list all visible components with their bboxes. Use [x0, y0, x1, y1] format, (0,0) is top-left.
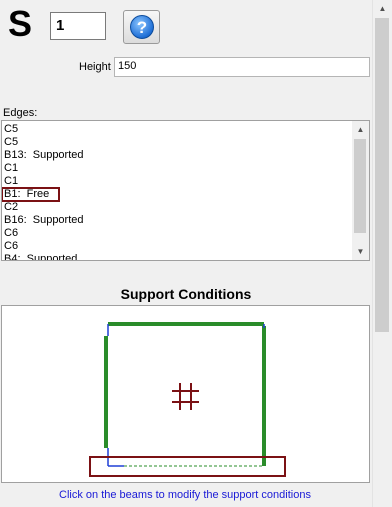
list-item[interactable]: B4: Supported — [2, 253, 352, 260]
height-label: Height — [79, 61, 111, 73]
slab-symbol: S — [8, 3, 33, 44]
support-hint-text: Click on the beams to modify the support… — [59, 489, 311, 501]
list-item[interactable]: C5 — [2, 136, 352, 149]
help-button[interactable]: ? — [123, 10, 160, 44]
help-icon: ? — [130, 15, 154, 39]
list-item[interactable]: B1: Free — [2, 187, 60, 202]
list-item[interactable]: B16: Supported — [2, 214, 352, 227]
list-item[interactable]: C1 — [2, 162, 352, 175]
slab-properties-panel: S 1 ? Height 150 Edges: C5 C5 B13: Support… — [0, 0, 372, 507]
list-item[interactable]: C2 — [2, 201, 352, 214]
edges-label: Edges: — [3, 107, 38, 119]
support-conditions-diagram — [1, 305, 370, 483]
scroll-thumb[interactable] — [354, 139, 366, 233]
edges-scrollbar[interactable]: ▲ ▼ — [352, 121, 369, 260]
scroll-up-arrow-icon[interactable]: ▲ — [373, 0, 392, 17]
height-input[interactable]: 150 — [114, 57, 370, 77]
scroll-up-arrow-icon[interactable]: ▲ — [352, 121, 369, 138]
slab-number-input[interactable]: 1 — [50, 12, 106, 40]
list-item[interactable]: C6 — [2, 240, 352, 253]
list-item[interactable]: C5 — [2, 123, 352, 136]
scroll-down-arrow-icon[interactable]: ▼ — [352, 243, 369, 260]
slab-diagram-svg — [89, 322, 286, 477]
support-conditions-title: Support Conditions — [120, 286, 252, 302]
list-item[interactable]: C6 — [2, 227, 352, 240]
edges-list: C5 C5 B13: Supported C1 C1 B1: Free C2 B16: Sup… — [2, 123, 352, 260]
panel-scrollbar[interactable]: ▲ — [372, 0, 392, 507]
panel-scroll-thumb[interactable] — [375, 18, 389, 332]
column-hatch-icon — [172, 383, 199, 410]
list-item[interactable]: C1 — [2, 175, 352, 188]
list-item[interactable]: B13: Supported — [2, 149, 352, 162]
edges-listbox[interactable]: C5 C5 B13: Supported C1 C1 B1: Free C2 B16: Sup… — [1, 120, 370, 261]
